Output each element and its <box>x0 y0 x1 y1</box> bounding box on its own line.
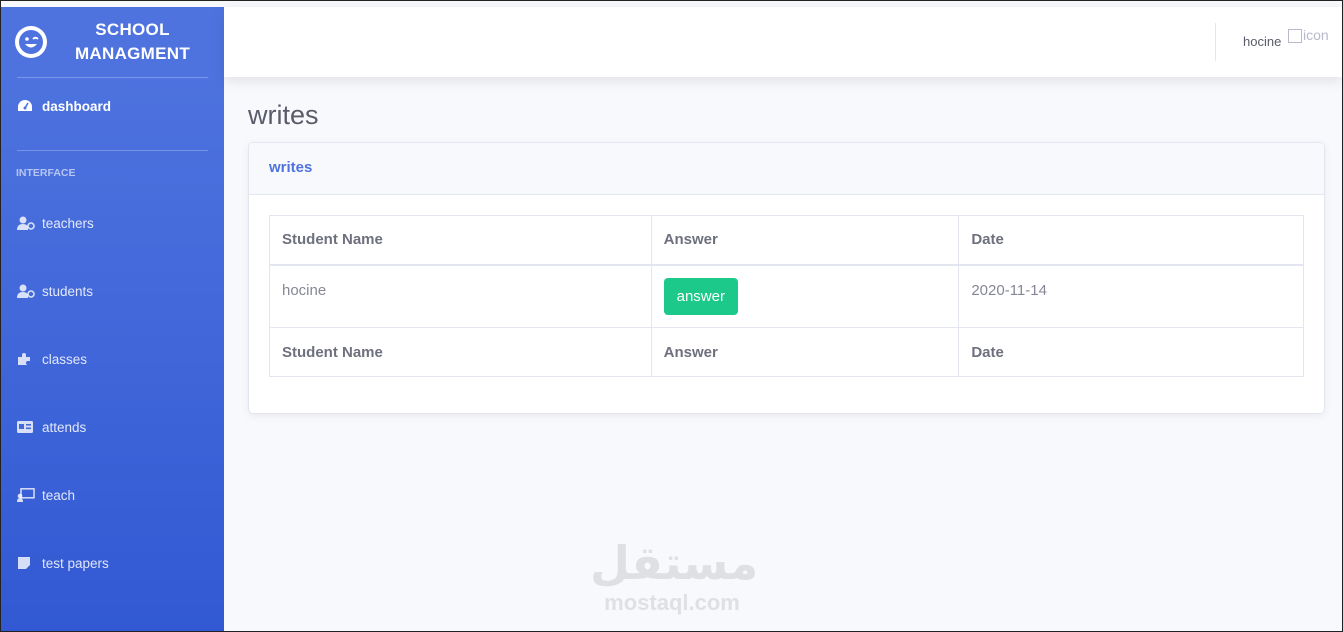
sidebar-item-test-papers[interactable]: test papers <box>1 527 224 599</box>
table-row: hocine answer 2020-11-14 <box>269 264 1304 328</box>
topbar-divider <box>1215 23 1216 61</box>
cell-answer: answer <box>650 264 960 328</box>
id-card-icon <box>17 419 35 435</box>
page-title: writes <box>248 100 319 130</box>
sticky-note-icon <box>17 555 35 571</box>
sidebar-item-students[interactable]: students <box>1 255 224 327</box>
sidebar-item-attends[interactable]: attends <box>1 391 224 463</box>
broken-image-icon <box>1288 29 1302 43</box>
sidebar-heading: INTERFACE <box>16 167 76 179</box>
column-header[interactable]: Student Name <box>269 215 652 266</box>
watermark-arabic: مستقل <box>590 536 759 590</box>
writes-table: Student Name Answer Date hocine answer 2… <box>269 215 1304 377</box>
column-header[interactable]: Answer <box>650 215 960 266</box>
sidebar-item-label: teach <box>42 487 76 503</box>
chalkboard-teacher-icon <box>17 487 35 503</box>
sidebar-item-label: test papers <box>42 555 109 571</box>
avatar-alt-text: icon <box>1303 27 1329 43</box>
watermark-latin: mostaql.com <box>604 590 740 615</box>
column-header[interactable]: Date <box>958 215 1304 266</box>
sidebar-item-label: students <box>42 283 94 299</box>
column-footer: Answer <box>650 327 960 377</box>
user-name[interactable]: hocine <box>1243 34 1281 49</box>
user-cog-icon <box>17 283 35 299</box>
card-header: writes <box>249 143 1324 195</box>
sidebar-item-teach[interactable]: teach <box>1 459 224 531</box>
brand-name: SCHOOL MANAGMENT <box>74 20 191 63</box>
sidebar-item-dashboard[interactable]: dashboard <box>1 78 224 134</box>
user-cog-icon <box>17 215 35 231</box>
sidebar-item-label: classes <box>42 351 88 367</box>
laugh-wink-icon <box>15 26 47 58</box>
sidebar-item-teachers[interactable]: teachers <box>1 187 224 259</box>
sidebar-item-classes[interactable]: classes <box>1 323 224 395</box>
column-footer: Student Name <box>269 327 652 377</box>
writes-card: writes Student Name Answer Date hocine a… <box>248 142 1325 414</box>
sidebar-item-label: dashboard <box>42 98 112 114</box>
table-footer-row: Student Name Answer Date <box>269 327 1304 377</box>
card-title: writes <box>269 159 313 176</box>
cell-student-name: hocine <box>269 264 652 328</box>
user-avatar[interactable]: icon <box>1288 27 1336 55</box>
watermark: مستقل mostaql.com <box>590 536 759 616</box>
sidebar-brand[interactable]: SCHOOL MANAGMENT <box>1 7 224 77</box>
cell-date: 2020-11-14 <box>958 264 1304 328</box>
sidebar: SCHOOL MANAGMENT dashboard INTERFACE tea… <box>1 7 224 631</box>
table-header-row: Student Name Answer Date <box>269 215 1304 266</box>
column-footer: Date <box>958 327 1304 377</box>
sidebar-item-label: teachers <box>42 215 94 231</box>
puzzle-icon <box>17 351 35 367</box>
sidebar-item-label: attends <box>42 419 87 435</box>
tachometer-icon <box>17 98 35 114</box>
answer-button[interactable]: answer <box>663 277 738 315</box>
topbar: hocine icon <box>224 7 1342 77</box>
